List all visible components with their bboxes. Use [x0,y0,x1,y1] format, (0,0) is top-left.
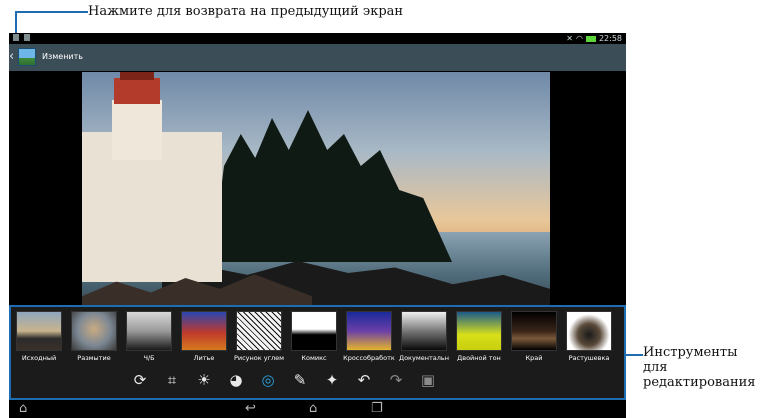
draw-icon[interactable]: ✎ [291,371,309,389]
filter-item-blur[interactable]: Размытие [70,311,118,362]
save-icon[interactable]: ▣ [419,371,437,389]
filter-thumbnail [16,311,62,351]
photo-lighthouse-cap [120,72,154,80]
filter-thumbnail [456,311,502,351]
filter-thumbnail [71,311,117,351]
photo-lighthouse-lamp [114,78,160,104]
filter-thumbnail [511,311,557,351]
filter-label: Размытие [77,354,111,362]
action-bar-title: Изменить [42,52,83,61]
recent-apps-icon[interactable]: ❐ [371,401,383,417]
photo-lighthouse-tower [112,100,162,160]
rotate-icon[interactable]: ⟳ [131,371,149,389]
photo-trees [212,110,452,262]
gallery-app-icon[interactable] [18,48,36,66]
undo-icon[interactable]: ↶ [355,371,373,389]
filter-label: Исходный [21,354,57,362]
back-chevron-icon[interactable]: ‹ [9,49,14,64]
filter-label: Рисунок углем [233,354,285,362]
filter-thumbnail [236,311,282,351]
filter-label: Документальн [399,354,449,362]
filter-thumbnail [126,311,172,351]
filter-item-edge[interactable]: Край [510,311,558,362]
filter-item-bw[interactable]: Ч/Б [125,311,173,362]
wifi-icon: ◠ [575,34,583,43]
filter-label: Растушевка [568,354,610,362]
filter-thumbnail [401,311,447,351]
filter-item-charcoal[interactable]: Рисунок углем [234,311,284,362]
filter-thumbnail [566,311,612,351]
status-bar: ✕ ◠ 22:58 [9,33,626,44]
callout-leader-line [15,11,88,13]
callout-leader-line [626,354,643,356]
filter-strip: Исходный Размытие Ч/Б Литье Рисунок углем Ком… [15,311,613,362]
home-arrow-icon[interactable]: ⌂ [19,401,27,417]
filter-thumbnail [291,311,337,351]
filter-item-comic[interactable]: Комикс [290,311,338,362]
back-icon[interactable]: ↩ [245,401,256,417]
tablet-screen: ✕ ◠ 22:58 ‹ Изменить Исходный Размытие Ч/Б… [9,33,626,418]
filter-item-duotone[interactable]: Двойной тон [455,311,503,362]
notification-icon [13,34,19,41]
crop-icon[interactable]: ⌗ [163,371,181,389]
action-bar: ‹ Изменить [9,44,626,71]
filter-thumbnail [346,311,392,351]
edited-photo[interactable] [82,72,550,340]
filter-item-feather[interactable]: Растушевка [565,311,613,362]
battery-icon [585,35,596,42]
tools-callout-text: Инструменты для редактирования [643,345,756,390]
color-palette-icon[interactable]: ◕ [227,371,245,389]
filter-item-original[interactable]: Исходный [15,311,63,362]
clock: 22:58 [598,34,622,43]
effects-icon[interactable]: ◎ [259,371,277,389]
filter-label: Комикс [301,354,327,362]
gallery-icon [24,34,30,41]
sparkle-icon[interactable]: ✦ [323,371,341,389]
filter-item-documentary[interactable]: Документальн [399,311,449,362]
back-callout-text: Нажмите для возврата на предыдущий экран [88,4,404,19]
filter-label: Край [525,354,543,362]
edit-toolbar: ⟳ ⌗ ☀ ◕ ◎ ✎ ✦ ↶ ↷ ▣ [131,371,437,389]
editing-tools-panel: Исходный Размытие Ч/Б Литье Рисунок углем Ком… [9,305,626,400]
brightness-icon[interactable]: ☀ [195,371,213,389]
home-icon[interactable]: ⌂ [309,401,317,417]
filter-thumbnail [181,311,227,351]
filter-item-crossprocess[interactable]: Кроссобработк [343,311,395,362]
filter-label: Ч/Б [143,354,155,362]
filter-label: Кроссобработк [343,354,395,362]
filter-item-cast[interactable]: Литье [180,311,228,362]
filter-label: Литье [193,354,215,362]
navigation-bar: ⌂ ↩ ⌂ ❐ [9,400,626,418]
mute-icon: ✕ [566,34,573,43]
filter-label: Двойной тон [457,354,501,362]
redo-icon[interactable]: ↷ [387,371,405,389]
